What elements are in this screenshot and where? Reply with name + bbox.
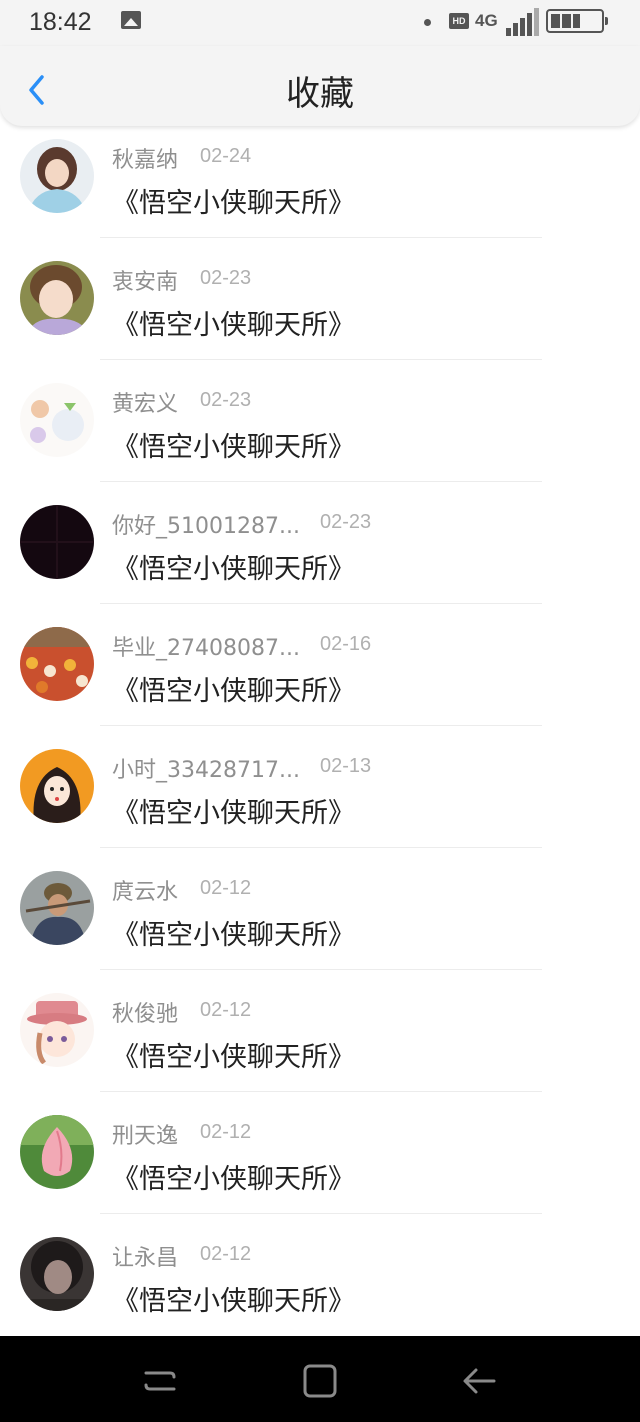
item-date: 02-23 [200, 389, 252, 411]
item-title: 《悟空小侠聊天所》 [112, 554, 355, 585]
user-name: 黄宏义 [112, 392, 179, 417]
image-icon [121, 11, 141, 29]
item-title: 《悟空小侠聊天所》 [112, 432, 355, 463]
status-time: 18:42 [29, 8, 92, 36]
back-arrow-icon [463, 1368, 496, 1394]
favorites-list: 秋嘉纳 02-24 《悟空小侠聊天所》 衷安南 02-23 《悟空小侠聊天所》 [0, 126, 640, 1346]
list-item[interactable]: 毕业_27408087... 02-16 《悟空小侠聊天所》 [0, 614, 640, 736]
user-name: 秋俊驰 [112, 1002, 179, 1027]
user-name: 秋嘉纳 [112, 148, 179, 173]
network-label: 4G [475, 11, 498, 30]
dot-icon [424, 19, 431, 26]
avatar [20, 871, 94, 945]
home-button[interactable] [300, 1361, 340, 1401]
divider [100, 603, 542, 604]
item-title: 《悟空小侠聊天所》 [112, 1164, 355, 1195]
list-item[interactable]: 刑天逸 02-12 《悟空小侠聊天所》 [0, 1102, 640, 1224]
item-date: 02-12 [200, 999, 252, 1021]
avatar [20, 505, 94, 579]
avatar [20, 627, 94, 701]
item-title: 《悟空小侠聊天所》 [112, 188, 355, 219]
system-nav-bar [0, 1336, 640, 1422]
user-name: 让永昌 [112, 1246, 179, 1271]
list-item[interactable]: 秋嘉纳 02-24 《悟空小侠聊天所》 [0, 126, 640, 248]
status-bar: 18:42 HD 4G [0, 0, 640, 46]
item-title: 《悟空小侠聊天所》 [112, 1042, 355, 1073]
user-name: 刑天逸 [112, 1124, 179, 1149]
divider [100, 847, 542, 848]
hd-icon: HD [449, 13, 469, 29]
item-date: 02-13 [320, 755, 372, 777]
battery-icon [546, 9, 608, 33]
divider [100, 725, 542, 726]
list-item[interactable]: 秋俊驰 02-12 《悟空小侠聊天所》 [0, 980, 640, 1102]
divider [100, 237, 542, 238]
item-date: 02-23 [200, 267, 252, 289]
recents-button[interactable] [140, 1361, 180, 1401]
avatar [20, 749, 94, 823]
list-item[interactable]: 让永昌 02-12 《悟空小侠聊天所》 [0, 1224, 640, 1346]
divider [100, 359, 542, 360]
item-date: 02-12 [200, 877, 252, 899]
divider [100, 1213, 542, 1214]
item-date: 02-16 [320, 633, 372, 655]
signal-icon [506, 8, 542, 36]
user-name: 小时_33428717... [112, 758, 300, 783]
item-date: 02-23 [320, 511, 372, 533]
avatar [20, 139, 94, 213]
divider [100, 481, 542, 482]
user-name: 庹云水 [112, 880, 179, 905]
divider [100, 1091, 542, 1092]
app-header: 收藏 [0, 46, 640, 126]
list-item[interactable]: 黄宏义 02-23 《悟空小侠聊天所》 [0, 370, 640, 492]
avatar [20, 1237, 94, 1311]
user-name: 你好_51001287... [112, 514, 300, 539]
avatar [20, 383, 94, 457]
avatar [20, 261, 94, 335]
divider [100, 969, 542, 970]
item-title: 《悟空小侠聊天所》 [112, 676, 355, 707]
item-title: 《悟空小侠聊天所》 [112, 920, 355, 951]
list-item[interactable]: 小时_33428717... 02-13 《悟空小侠聊天所》 [0, 736, 640, 858]
page-title: 收藏 [286, 74, 354, 114]
avatar [20, 993, 94, 1067]
list-item[interactable]: 衷安南 02-23 《悟空小侠聊天所》 [0, 248, 640, 370]
user-name: 衷安南 [112, 270, 179, 295]
avatar [20, 1115, 94, 1189]
list-item[interactable]: 庹云水 02-12 《悟空小侠聊天所》 [0, 858, 640, 980]
back-nav-button[interactable] [460, 1361, 500, 1401]
home-icon [303, 1364, 337, 1398]
item-title: 《悟空小侠聊天所》 [112, 1286, 355, 1317]
item-title: 《悟空小侠聊天所》 [112, 310, 355, 341]
item-date: 02-12 [200, 1121, 252, 1143]
item-date: 02-12 [200, 1243, 252, 1265]
recents-icon [144, 1371, 176, 1391]
list-item[interactable]: 你好_51001287... 02-23 《悟空小侠聊天所》 [0, 492, 640, 614]
user-name: 毕业_27408087... [112, 636, 300, 661]
item-date: 02-24 [200, 145, 252, 167]
item-title: 《悟空小侠聊天所》 [112, 798, 355, 829]
